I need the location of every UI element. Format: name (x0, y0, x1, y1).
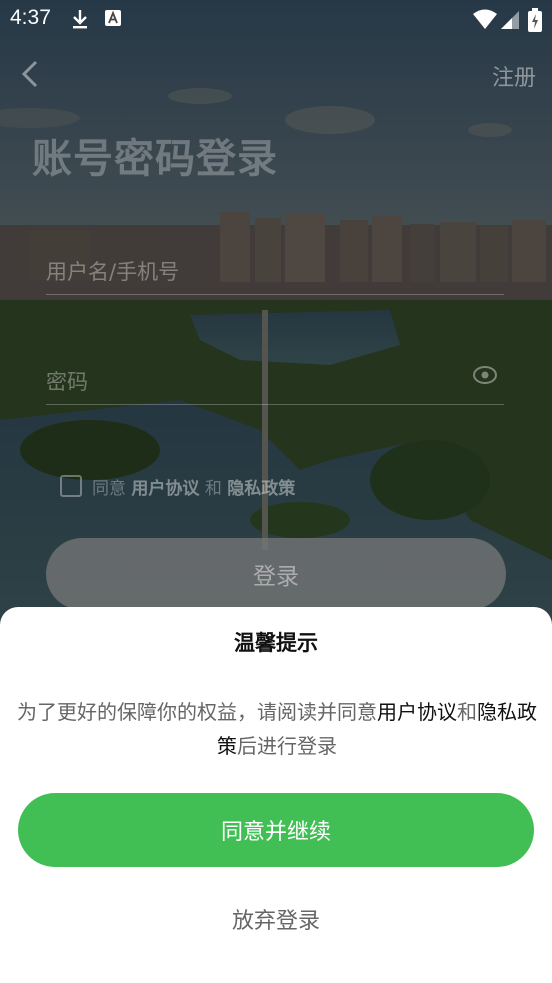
dialog-message-suffix: 后进行登录 (237, 734, 337, 758)
signal-icon (501, 11, 519, 29)
wifi-icon (473, 9, 497, 29)
page-title: 账号密码登录 (32, 136, 278, 182)
agreement-prefix: 同意 (92, 479, 126, 499)
username-placeholder: 用户名/手机号 (46, 260, 180, 284)
register-link[interactable]: 注册 (492, 60, 536, 92)
dialog-user-agreement-link[interactable]: 用户协议 (377, 700, 457, 724)
back-arrow-icon[interactable] (18, 58, 46, 90)
app-notification-icon (105, 10, 121, 26)
abandon-login-button[interactable]: 放弃登录 (0, 903, 552, 935)
battery-icon (528, 8, 542, 32)
user-agreement-link[interactable]: 用户协议 (131, 479, 199, 499)
agree-continue-button[interactable]: 同意并继续 (18, 793, 534, 867)
download-icon (73, 10, 87, 29)
privacy-policy-link[interactable]: 隐私政策 (227, 479, 295, 499)
show-password-icon[interactable] (472, 364, 498, 386)
status-bar: 4:37 (0, 0, 552, 40)
username-field[interactable]: 用户名/手机号 (46, 244, 504, 295)
status-time: 4:37 (10, 6, 51, 29)
login-button[interactable]: 登录 (46, 538, 506, 610)
dialog-and: 和 (457, 700, 477, 724)
agreement-and: 和 (204, 479, 222, 499)
agreement-checkbox[interactable] (60, 475, 82, 497)
consent-dialog: 温馨提示 为了更好的保障你的权益，请阅读并同意用户协议和隐私政策后进行登录 同意… (0, 607, 552, 983)
password-placeholder: 密码 (46, 370, 88, 394)
password-field[interactable]: 密码 (46, 354, 504, 405)
dialog-message: 为了更好的保障你的权益，请阅读并同意用户协议和隐私政策后进行登录 (16, 695, 538, 763)
dialog-message-prefix: 为了更好的保障你的权益，请阅读并同意 (17, 700, 377, 724)
dialog-title: 温馨提示 (234, 631, 318, 655)
